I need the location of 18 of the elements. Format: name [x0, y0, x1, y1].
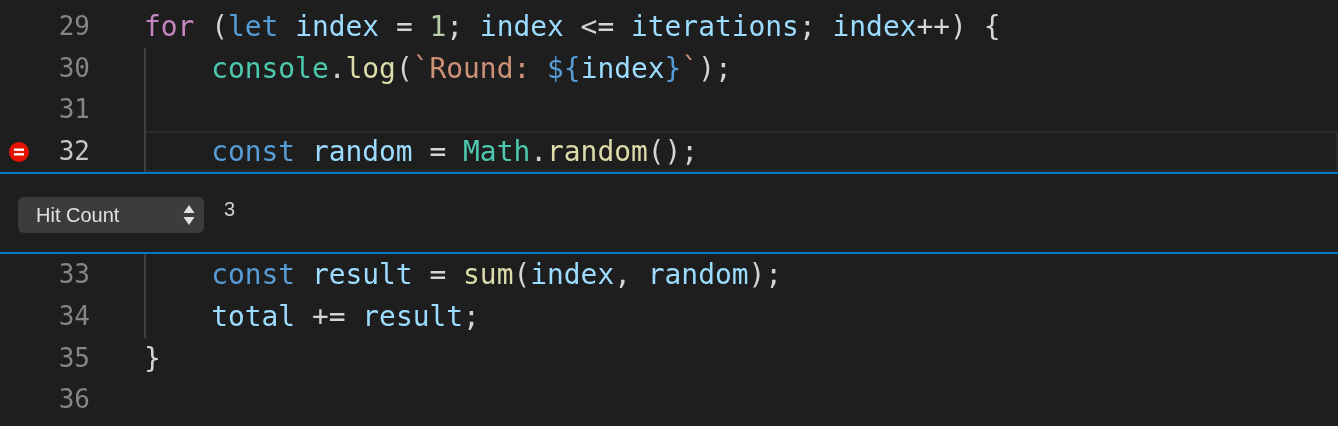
code-line: const result = sum(index, random); — [210, 258, 783, 292]
code-line: total += result; — [210, 300, 480, 334]
code-line: for (let index = 1; index <= iterations; index++) { — [144, 10, 1001, 44]
code-line: console.log(`Round: ${index}`); — [210, 51, 732, 86]
code-line: const random = Math.random(); — [210, 134, 699, 169]
updown-caret-icon — [183, 204, 195, 227]
hit-count-input[interactable]: 3 — [224, 197, 344, 221]
line-number: 30 — [57, 51, 90, 85]
condition-select[interactable]: Hit Count — [18, 197, 204, 234]
conditional-breakpoint-icon[interactable] — [9, 141, 29, 162]
line-number: 33 — [57, 258, 90, 292]
line-number: 35 — [57, 341, 90, 375]
line-number: 29 — [57, 10, 90, 43]
code-line: } — [144, 341, 161, 376]
line-number: 34 — [57, 299, 90, 333]
line-number: 36 — [57, 383, 90, 417]
line-number: 31 — [57, 93, 90, 127]
line-number: 32 — [57, 134, 90, 168]
